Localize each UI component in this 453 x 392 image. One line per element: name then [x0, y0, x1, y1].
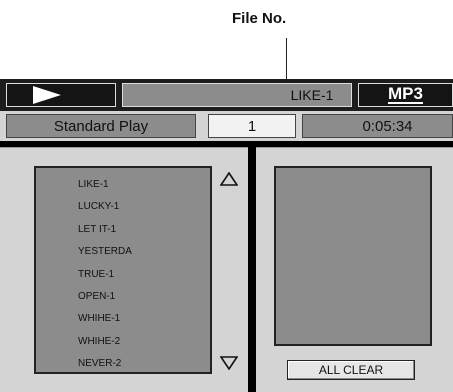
file-list-item[interactable]: YESTERDA [78, 241, 132, 263]
play-mode-display: Standard Play [6, 114, 196, 138]
file-list-item[interactable]: WHIHE-1 [78, 308, 132, 330]
elapsed-time-display: 0:05:34 [302, 114, 453, 138]
file-list-item[interactable]: NEVER-2 [78, 353, 132, 375]
file-list-item[interactable]: OPEN-1 [78, 286, 132, 308]
file-list-item[interactable]: LET IT-1 [78, 219, 132, 241]
track-title-display: LIKE-1 [122, 83, 352, 107]
triangle-up-icon[interactable] [220, 172, 238, 186]
triangle-down-icon[interactable] [220, 356, 238, 370]
play-icon [33, 86, 61, 104]
mp3-logo-text: MP3 [388, 84, 423, 104]
file-list-item[interactable]: LUCKY-1 [78, 196, 132, 218]
file-list[interactable]: LIKE-1 LUCKY-1 LET IT-1 YESTERDA TRUE-1 OPEN-… [34, 166, 212, 374]
program-list-area [274, 166, 432, 346]
file-number-display: 1 [208, 114, 296, 138]
mp3-logo: MP3 [358, 83, 453, 107]
all-clear-button[interactable]: ALL CLEAR [287, 360, 415, 380]
elapsed-time-text: 0:05:34 [362, 117, 413, 135]
file-list-item[interactable]: TRUE-1 [78, 264, 132, 286]
play-status-box [6, 83, 116, 107]
file-list-items: LIKE-1 LUCKY-1 LET IT-1 YESTERDA TRUE-1 OPEN-… [78, 174, 132, 376]
track-title-text: LIKE-1 [290, 87, 334, 103]
file-list-item[interactable]: LIKE-1 [78, 174, 132, 196]
file-no-callout-label: File No. [232, 10, 287, 27]
file-list-item[interactable]: WHIHE-2 [78, 331, 132, 353]
